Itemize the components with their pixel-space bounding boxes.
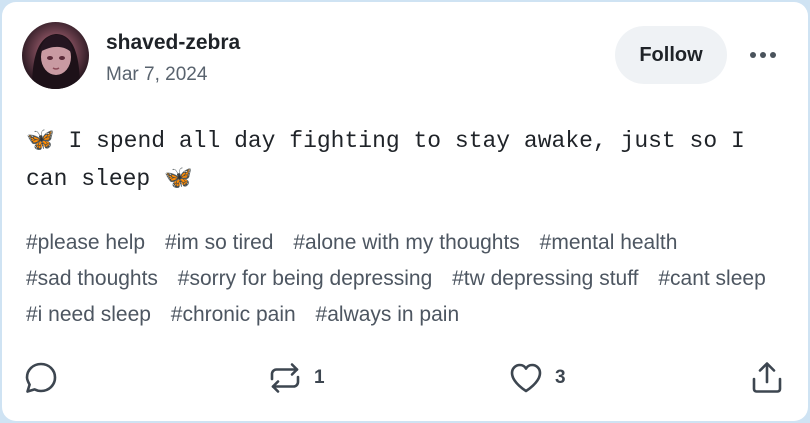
comment-icon (25, 362, 57, 393)
ellipsis-icon[interactable] (746, 42, 780, 68)
repost-count: 1 (314, 367, 325, 388)
repost-icon (270, 363, 300, 393)
follow-button[interactable]: Follow (615, 26, 727, 84)
share-icon (752, 362, 782, 393)
share-button[interactable] (748, 358, 786, 398)
avatar-image (32, 34, 80, 89)
like-count: 3 (555, 367, 566, 388)
post-body: 🦋 I spend all day fighting to stay awake… (26, 128, 759, 192)
heart-icon (510, 363, 542, 393)
like-button[interactable]: 3 (507, 358, 566, 398)
tag-link[interactable]: #mental health (540, 231, 678, 254)
reply-button[interactable] (22, 358, 60, 398)
tag-list: #please help #im so tired #alone with my… (26, 225, 801, 333)
tag-link[interactable]: #sad thoughts (26, 267, 158, 290)
tag-link[interactable]: #cant sleep (658, 267, 765, 290)
tag-link[interactable]: #chronic pain (171, 303, 296, 326)
post-card: shaved-zebra Mar 7, 2024 Follow 🦋 I spen… (2, 2, 808, 421)
tag-link[interactable]: #always in pain (316, 303, 460, 326)
tag-link[interactable]: #im so tired (165, 231, 274, 254)
action-bar: 1 3 (2, 358, 808, 398)
ellipsis-dot (760, 52, 766, 58)
tag-link[interactable]: #alone with my thoughts (293, 231, 519, 254)
repost-button[interactable]: 1 (266, 358, 325, 398)
ellipsis-dot (750, 52, 756, 58)
post-date[interactable]: Mar 7, 2024 (106, 64, 207, 86)
tag-link[interactable]: #please help (26, 231, 145, 254)
tag-link[interactable]: #sorry for being depressing (178, 267, 432, 290)
avatar[interactable] (22, 22, 89, 89)
tag-link[interactable]: #i need sleep (26, 303, 151, 326)
tag-link[interactable]: #tw depressing stuff (452, 267, 638, 290)
ellipsis-dot (770, 52, 776, 58)
author-username[interactable]: shaved-zebra (106, 31, 240, 55)
